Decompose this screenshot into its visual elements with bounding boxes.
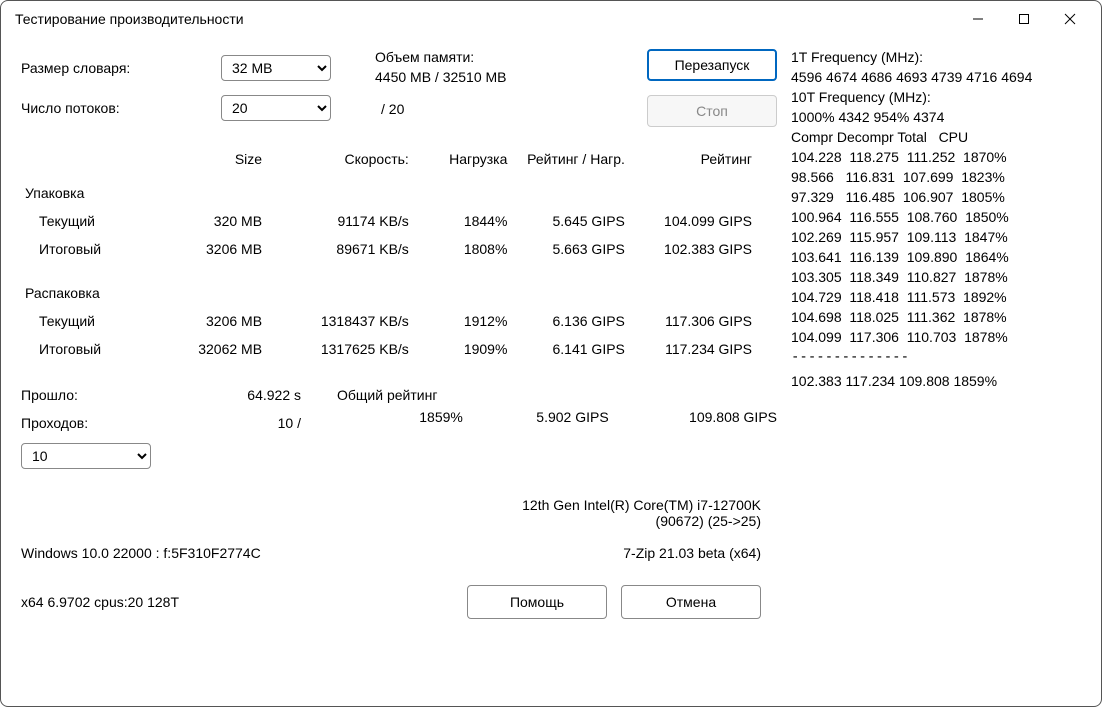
dict-size-select[interactable]: 32 MB <box>221 55 331 81</box>
dict-size-label: Размер словаря: <box>21 60 221 76</box>
threads-select[interactable]: 20 <box>221 95 331 121</box>
pass-limit-select[interactable]: 10 <box>21 443 151 469</box>
maximize-button[interactable] <box>1001 4 1047 34</box>
memory-info: Объем памяти: 4450 MB / 32510 MB / 20 <box>375 49 507 117</box>
titlebar: Тестирование производительности <box>1 1 1101 37</box>
col-usage: Нагрузка <box>413 145 512 173</box>
benchmark-window: Тестирование производительности Размер с… <box>0 0 1102 707</box>
col-rating-usage: Рейтинг / Нагр. <box>511 145 628 173</box>
threads-label: Число потоков: <box>21 100 221 116</box>
cpu-name: 12th Gen Intel(R) Core(TM) i7-12700K <box>21 497 761 513</box>
cancel-button[interactable]: Отмена <box>621 585 761 619</box>
col-speed: Скорость: <box>266 145 413 173</box>
overall-rating: 109.808 GIPS <box>613 403 781 431</box>
log-separator: -------------- <box>791 347 1091 367</box>
pack-current-row: Текущий 320 MB 91174 KB/s 1844% 5.645 GI… <box>21 207 756 235</box>
freq-10t-label: 10T Frequency (MHz): <box>791 87 1091 107</box>
overall-ru: 5.902 GIPS <box>467 403 613 431</box>
arch-info: x64 6.9702 cpus:20 128T <box>21 594 179 610</box>
freq-1t-label: 1T Frequency (MHz): <box>791 47 1091 67</box>
elapsed-value: 64.922 s <box>247 387 301 403</box>
log-row: 103.641 116.139 109.890 1864% <box>791 247 1091 267</box>
controls-grid: Размер словаря: 32 MB Число потоков: 20 <box>21 55 351 121</box>
log-row: 104.099 117.306 110.703 1878% <box>791 327 1091 347</box>
window-title: Тестирование производительности <box>15 11 955 27</box>
pack-total-row: Итоговый 3206 MB 89671 KB/s 1808% 5.663 … <box>21 235 756 263</box>
log-rows: 104.228 118.275 111.252 1870%98.566 116.… <box>791 147 1091 347</box>
zip-version: 7-Zip 21.03 beta (x64) <box>623 545 761 561</box>
log-row: 102.269 115.957 109.113 1847% <box>791 227 1091 247</box>
elapsed-label: Прошло: <box>21 387 78 403</box>
log-final-row: 102.383 117.234 109.808 1859% <box>791 371 1091 391</box>
stop-button[interactable]: Стоп <box>647 95 777 127</box>
unpack-total-row: Итоговый 32062 MB 1317625 KB/s 1909% 6.1… <box>21 335 756 363</box>
overall-usage: 1859% <box>321 403 467 431</box>
memory-value: 4450 MB / 32510 MB <box>375 69 507 85</box>
help-button[interactable]: Помощь <box>467 585 607 619</box>
results-table: Size Скорость: Нагрузка Рейтинг / Нагр. … <box>21 145 756 363</box>
col-size: Size <box>159 145 266 173</box>
overall-label: Общий рейтинг <box>337 387 781 403</box>
close-button[interactable] <box>1047 4 1093 34</box>
passes-value: 10 / <box>278 415 301 431</box>
threads-max: / 20 <box>381 101 507 117</box>
content-area: Размер словаря: 32 MB Число потоков: 20 … <box>1 37 1101 706</box>
unpack-current-row: Текущий 3206 MB 1318437 KB/s 1912% 6.136… <box>21 307 756 335</box>
results-header-row: Size Скорость: Нагрузка Рейтинг / Нагр. … <box>21 145 756 173</box>
footer-buttons: Помощь Отмена <box>467 585 761 619</box>
pack-group: Упаковка <box>21 173 756 207</box>
restart-button[interactable]: Перезапуск <box>647 49 777 81</box>
top-controls: Размер словаря: 32 MB Число потоков: 20 … <box>21 41 781 127</box>
summary-row: Прошло: 64.922 s Проходов: 10 / 10 Общий р… <box>21 387 781 469</box>
log-row: 100.964 116.555 108.760 1850% <box>791 207 1091 227</box>
col-rating: Рейтинг <box>629 145 756 173</box>
os-info: Windows 10.0 22000 : f:5F310F2774C <box>21 545 261 561</box>
passes-label: Проходов: <box>21 415 88 431</box>
cpu-detail: (90672) (25->25) <box>21 513 761 529</box>
log-row: 98.566 116.831 107.699 1823% <box>791 167 1091 187</box>
log-table-header: Compr Decompr Total CPU <box>791 127 1091 147</box>
action-buttons: Перезапуск Стоп <box>647 49 777 127</box>
log-row: 104.729 118.418 111.573 1892% <box>791 287 1091 307</box>
window-controls <box>955 4 1093 34</box>
log-row: 104.698 118.025 111.362 1878% <box>791 307 1091 327</box>
freq-10t-values: 1000% 4342 954% 4374 <box>791 107 1091 127</box>
unpack-group: Распаковка <box>21 263 756 307</box>
elapsed-block: Прошло: 64.922 s Проходов: 10 / 10 <box>21 387 321 469</box>
log-row: 103.305 118.349 110.827 1878% <box>791 267 1091 287</box>
overall-block: Общий рейтинг 1859% 5.902 GIPS 109.808 G… <box>321 387 781 469</box>
memory-label: Объем памяти: <box>375 49 507 65</box>
minimize-button[interactable] <box>955 4 1001 34</box>
freq-1t-values: 4596 4674 4686 4693 4739 4716 4694 <box>791 67 1091 87</box>
log-row: 97.329 116.485 106.907 1805% <box>791 187 1091 207</box>
left-panel: Размер словаря: 32 MB Число потоков: 20 … <box>21 41 781 696</box>
footer-info: 12th Gen Intel(R) Core(TM) i7-12700K (90… <box>21 497 781 619</box>
log-panel: 1T Frequency (MHz): 4596 4674 4686 4693 … <box>781 41 1091 696</box>
log-row: 104.228 118.275 111.252 1870% <box>791 147 1091 167</box>
